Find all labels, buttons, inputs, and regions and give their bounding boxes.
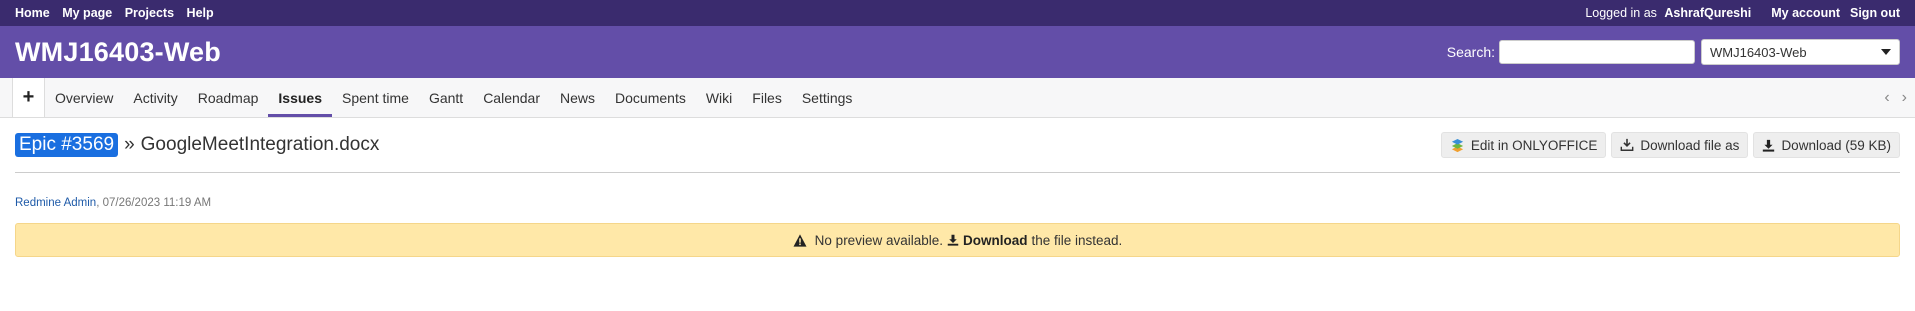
tab-activity[interactable]: Activity [123,78,187,117]
no-preview-warning: No preview available. Download the file … [15,223,1900,257]
edit-in-onlyoffice-button[interactable]: Edit in ONLYOFFICE [1440,132,1607,158]
epic-issue-link[interactable]: Epic #3569 [15,133,119,157]
breadcrumb-separator: » [124,134,135,155]
tab-overview[interactable]: Overview [45,78,123,117]
attachment-actions: Edit in ONLYOFFICE Download file as Down… [1440,132,1900,158]
top-menu: Home My page Projects Help Logged in as … [0,0,1915,26]
chevron-down-icon [1881,49,1891,55]
download-label: Download (59 KB) [1781,137,1891,153]
author-line: Redmine Admin, 07/26/2023 11:19 AM [15,197,1900,209]
tab-documents[interactable]: Documents [605,78,696,117]
warning-icon [793,233,807,247]
attachment-heading: Epic #3569 » GoogleMeetIntegration.docx [15,133,379,157]
onlyoffice-layers-icon [1450,138,1465,153]
tab-files[interactable]: Files [742,78,792,117]
my-account-link[interactable]: My account [1771,6,1840,20]
download-button[interactable]: Download (59 KB) [1753,132,1900,158]
quick-search: Search: WMJ16403-Web [1447,39,1900,65]
download-file-as-label: Download file as [1640,137,1740,153]
tab-gantt[interactable]: Gantt [419,78,473,117]
download-icon [947,234,959,246]
warning-message-suffix: the file instead. [1031,232,1123,248]
chevron-left-icon[interactable]: ‹ [1884,89,1889,107]
content: Epic #3569 » GoogleMeetIntegration.docx … [0,118,1915,257]
author-link[interactable]: Redmine Admin [15,197,96,209]
logged-as: Logged in as AshrafQureshi [1585,6,1751,20]
warning-download-label: Download [963,232,1028,248]
attachment-filename: GoogleMeetIntegration.docx [140,134,380,155]
top-link-my-page[interactable]: My page [62,6,112,20]
top-menu-left: Home My page Projects Help [15,6,223,20]
attachment-title-row: Epic #3569 » GoogleMeetIntegration.docx … [15,118,1900,173]
top-link-help[interactable]: Help [187,6,214,20]
project-jump-select[interactable]: WMJ16403-Web [1701,39,1900,65]
tab-news[interactable]: News [550,78,605,117]
tab-roadmap[interactable]: Roadmap [188,78,269,117]
project-title: WMJ16403-Web [15,36,221,67]
download-icon [1762,139,1775,152]
new-object-button[interactable]: + [12,78,45,117]
download-file-as-button[interactable]: Download file as [1611,132,1749,158]
tab-scroll-nav: ‹ › [1884,78,1907,117]
download-tray-icon [1620,138,1634,152]
top-menu-right: Logged in as AshrafQureshi My account Si… [1585,6,1900,20]
tab-settings[interactable]: Settings [792,78,863,117]
tab-wiki[interactable]: Wiki [696,78,742,117]
tab-spent-time[interactable]: Spent time [332,78,419,117]
main-menu: + Overview Activity Roadmap Issues Spent… [0,78,1915,118]
top-link-home[interactable]: Home [15,6,50,20]
chevron-right-icon[interactable]: › [1902,89,1907,107]
warning-message-prefix: No preview available. [814,232,943,248]
attachment-timestamp: , 07/26/2023 11:19 AM [96,197,212,209]
logged-as-prefix: Logged in as [1585,6,1657,20]
tab-calendar[interactable]: Calendar [473,78,550,117]
sign-out-link[interactable]: Sign out [1850,6,1900,20]
warning-download-link[interactable]: Download [947,233,1028,248]
username-link[interactable]: AshrafQureshi [1664,6,1751,20]
edit-in-onlyoffice-label: Edit in ONLYOFFICE [1470,137,1598,153]
project-select-value: WMJ16403-Web [1710,44,1807,60]
main-menu-tabs: Overview Activity Roadmap Issues Spent t… [45,78,862,117]
tab-issues[interactable]: Issues [268,78,332,117]
top-link-projects[interactable]: Projects [125,6,174,20]
search-input[interactable] [1499,40,1695,64]
search-label: Search: [1446,44,1495,60]
header: WMJ16403-Web Search: WMJ16403-Web [0,26,1915,78]
